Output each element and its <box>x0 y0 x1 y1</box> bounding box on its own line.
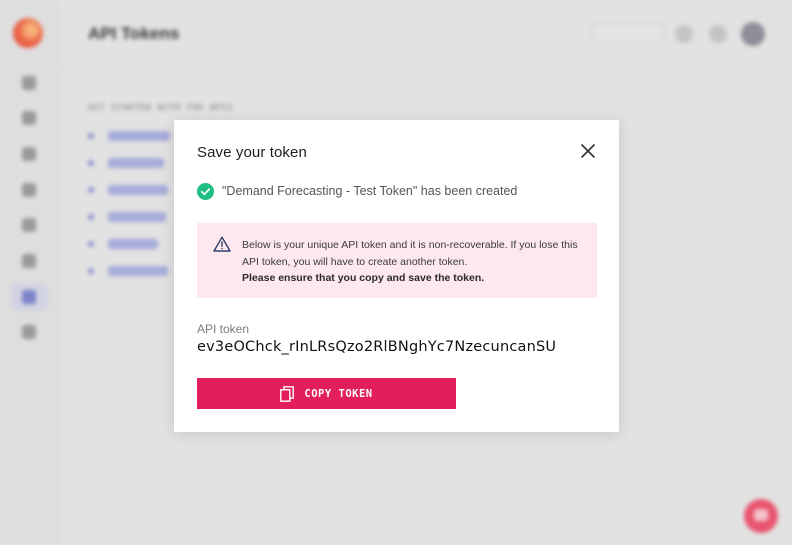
chart-icon[interactable] <box>22 183 36 197</box>
bullet-icon <box>88 214 94 220</box>
bullet-icon <box>88 187 94 193</box>
copy-icon <box>280 385 295 402</box>
bullet-icon <box>88 160 94 166</box>
token-label: API token <box>197 322 250 336</box>
tools-icon[interactable] <box>22 218 36 232</box>
home-icon[interactable] <box>22 76 36 90</box>
check-circle-icon <box>197 182 214 200</box>
top-bar: API Tokens <box>60 0 792 66</box>
warning-text: Below is your unique API token and it is… <box>242 237 592 287</box>
copy-token-label: COPY TOKEN <box>304 387 373 400</box>
notifications-icon[interactable] <box>709 25 727 43</box>
success-row: "Demand Forecasting - Test Token" has be… <box>197 182 517 200</box>
save-token-modal: Save your token "Demand Forecasting - Te… <box>174 120 619 432</box>
page-title: API Tokens <box>88 24 180 43</box>
success-message: "Demand Forecasting - Test Token" has be… <box>222 184 518 198</box>
top-action-pill[interactable] <box>592 24 664 44</box>
warning-emphasis: Please ensure that you copy and save the… <box>242 272 485 284</box>
warning-box: Below is your unique API token and it is… <box>197 223 597 298</box>
bullet-icon <box>88 241 94 247</box>
close-button[interactable] <box>579 142 597 160</box>
token-value[interactable]: ev3eOChck_rInLRsQzo2RlBNghYc7NzecuncanSU <box>197 339 556 355</box>
search-icon[interactable] <box>22 147 36 161</box>
help-icon[interactable] <box>675 25 693 43</box>
user-icon[interactable] <box>22 254 36 268</box>
api-tokens-icon[interactable] <box>22 290 36 304</box>
copy-token-button[interactable]: COPY TOKEN <box>197 378 456 409</box>
sidebar <box>0 0 60 545</box>
warning-triangle-icon <box>213 236 231 252</box>
modal-title: Save your token <box>197 144 307 161</box>
app-logo <box>13 18 43 48</box>
bullet-icon <box>88 133 94 139</box>
chat-fab-button[interactable] <box>744 499 778 533</box>
bullet-icon <box>88 268 94 274</box>
explore-icon[interactable] <box>22 111 36 125</box>
warning-message: Below is your unique API token and it is… <box>242 239 578 268</box>
avatar[interactable] <box>741 22 765 46</box>
docs-icon[interactable] <box>22 325 36 339</box>
section-label: GET STARTED WITH THE APIS <box>88 103 234 112</box>
close-icon <box>581 144 595 158</box>
